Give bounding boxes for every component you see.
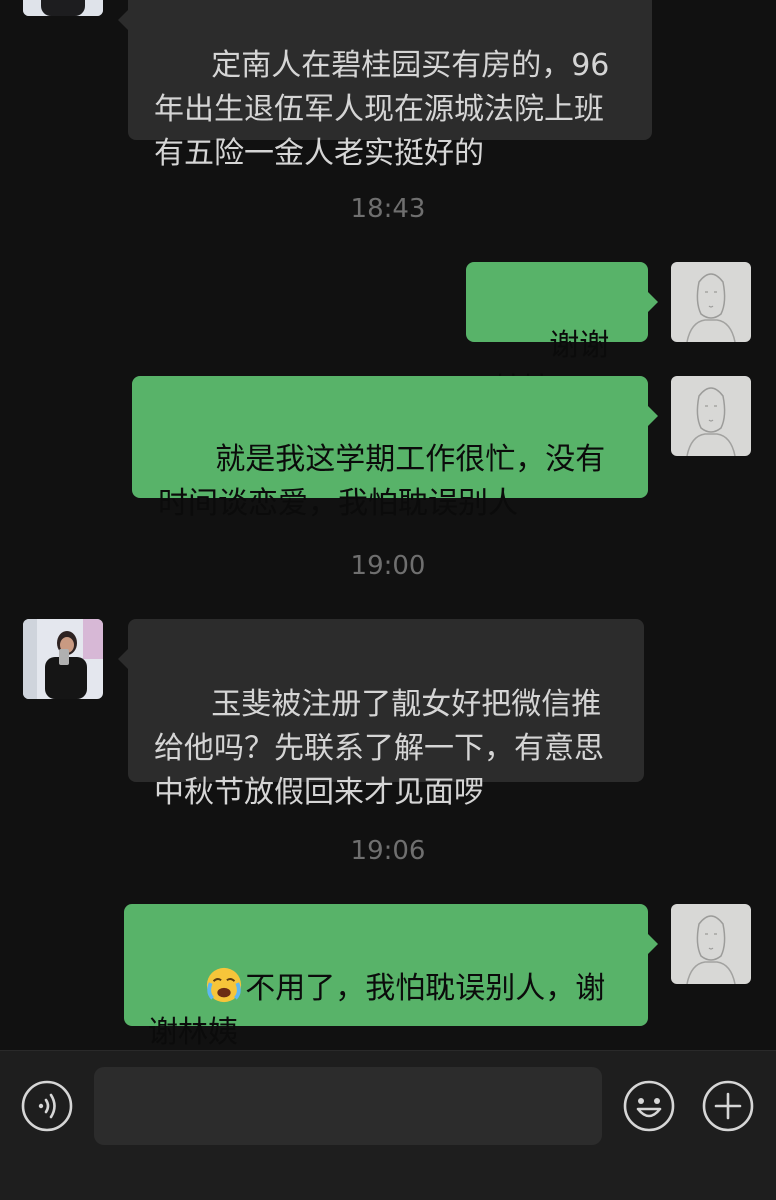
message-bubble-outgoing[interactable]: 就是我这学期工作很忙，没有时间谈恋爱，我怕耽误别人 [132,376,658,521]
my-avatar[interactable] [671,904,751,984]
voice-icon[interactable] [20,1079,74,1133]
my-avatar[interactable] [671,262,751,342]
crying-face-icon [207,967,242,1003]
timestamp: 18:43 [350,194,426,224]
plus-icon[interactable] [701,1079,755,1133]
emoji-icon[interactable] [622,1079,676,1133]
message-list[interactable]: 定南人在碧桂园买有房的，96年出生退伍军人现在源城法院上班有五险一金人老实挺好的… [0,0,776,1050]
timestamp: 19:06 [350,836,426,866]
contact-avatar[interactable] [23,0,103,16]
contact-avatar[interactable] [23,619,103,699]
message-text: 就是我这学期工作很忙，没有时间谈恋爱，我怕耽误别人 [158,442,606,521]
timestamp: 19:00 [350,551,426,581]
message-bubble-incoming[interactable]: 定南人在碧桂园买有房的，96年出生退伍军人现在源城法院上班有五险一金人老实挺好的 [118,0,652,171]
message-text: 定南人在碧桂园买有房的，96年出生退伍军人现在源城法院上班有五险一金人老实挺好的 [154,48,610,171]
message-bubble-incoming[interactable]: 玉斐被注册了靓女好把微信推给他吗？先联系了解一下，有意思中秋节放假回来才见面啰 [118,619,644,810]
chat-screen: 定南人在碧桂园买有房的，96年出生退伍军人现在源城法院上班有五险一金人老实挺好的… [0,0,776,1200]
message-text: 玉斐被注册了靓女好把微信推给他吗？先联系了解一下，有意思中秋节放假回来才见面啰 [154,687,604,810]
my-avatar[interactable] [671,376,751,456]
message-bubble-outgoing[interactable]: 谢谢林姨 [466,262,658,407]
message-input[interactable] [94,1067,602,1145]
message-bubble-outgoing[interactable]: 不用了，我怕耽误别人，谢谢林姨 [124,904,658,1050]
input-toolbar [0,1050,776,1200]
